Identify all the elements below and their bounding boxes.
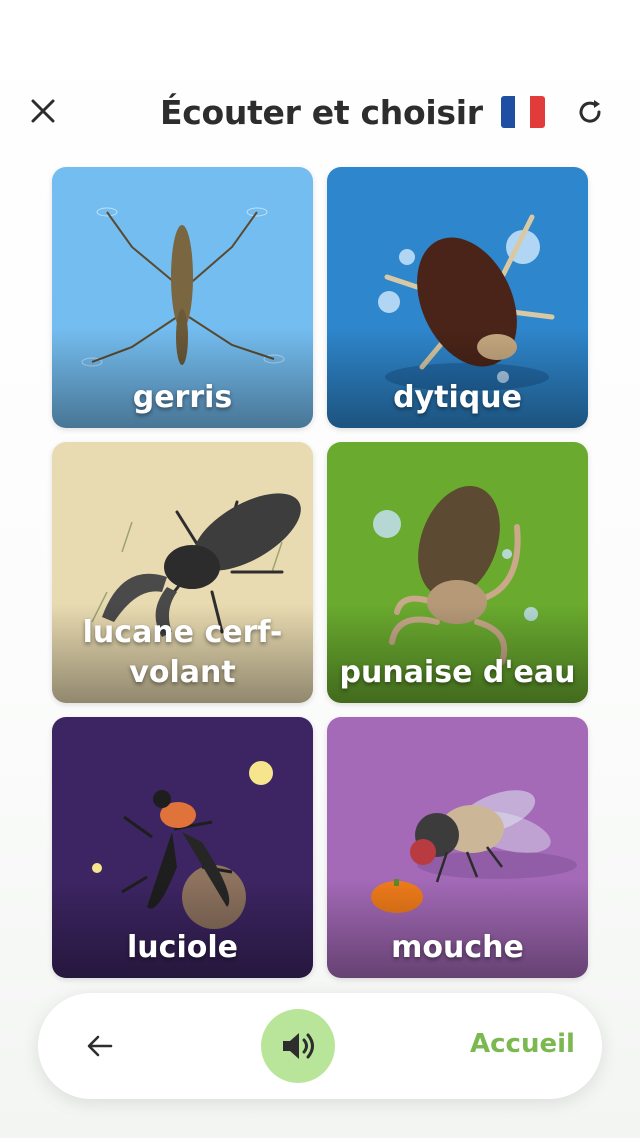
card-lucane-cerf-volant[interactable]: lucane cerf-volant [52,442,313,703]
header: Écouter et choisir [0,70,640,150]
bottom-bar: Accueil [38,993,602,1099]
card-label: lucane cerf-volant [82,615,283,690]
card-gerris[interactable]: gerris [52,167,313,428]
back-button[interactable] [78,1024,122,1068]
card-label: mouche [391,930,524,965]
card-dytique[interactable]: dytique [327,167,588,428]
close-button[interactable] [22,90,64,132]
card-label: dytique [393,380,522,415]
card-label: luciole [127,930,238,965]
refresh-icon [579,100,601,123]
home-link[interactable]: Accueil [470,1029,575,1059]
page-title: Écouter et choisir [160,92,483,132]
french-flag-icon [500,96,545,128]
card-luciole[interactable]: luciole [52,717,313,978]
card-mouche[interactable]: mouche [327,717,588,978]
close-icon [31,99,55,123]
card-label: gerris [132,380,233,415]
speaker-icon [283,1033,314,1059]
card-label: punaise d'eau [339,655,576,690]
title-group: Écouter et choisir [160,88,545,136]
refresh-button[interactable] [568,90,612,134]
card-punaise-d-eau[interactable]: punaise d'eau [327,442,588,703]
arrow-left-icon [87,1035,113,1057]
play-sound-button[interactable] [261,1009,335,1083]
